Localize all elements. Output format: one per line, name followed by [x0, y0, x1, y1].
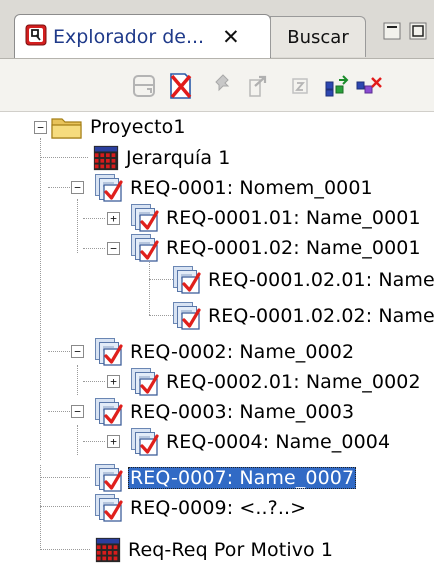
tree-item-hierarchy[interactable]: Jerarquía 1 — [92, 143, 230, 173]
tree-item-requirement[interactable]: REQ-0001.02: Name_0001 — [130, 233, 421, 263]
tree-item-hierarchy[interactable]: Req-Req Por Motivo 1 — [94, 535, 333, 565]
tree-connector — [40, 506, 90, 507]
tree-item-requirement[interactable]: REQ-0001.01: Name_0001 — [130, 203, 421, 233]
expand-toggle[interactable]: + — [107, 435, 120, 448]
export-icon[interactable] — [244, 72, 272, 100]
tree-item-label: REQ-0002.01: Name_0002 — [166, 371, 421, 393]
tree-item-requirement[interactable]: REQ-0004: Name_0004 — [130, 427, 390, 457]
tree-item-label: Req-Req Por Motivo 1 — [128, 539, 334, 561]
tree-item-requirement[interactable]: REQ-0003: Name_0003 — [94, 397, 354, 427]
refresh-icon[interactable] — [286, 72, 314, 100]
view-tab-bar: Explorador de... ✕ Buscar — [0, 0, 434, 59]
tree-connector — [40, 477, 90, 478]
tree-connector — [83, 218, 105, 219]
collapse-toggle[interactable]: − — [107, 242, 120, 255]
explorer-logo-icon — [25, 24, 47, 50]
tree-connector — [40, 157, 88, 158]
tree-connector — [83, 381, 105, 382]
requirement-icon — [130, 233, 160, 263]
database-icon[interactable] — [130, 72, 158, 100]
tree-item-label: REQ-0009: <..?..> — [130, 497, 307, 519]
requirement-icon — [94, 337, 124, 367]
tree-item-label: REQ-0001.02: Name_0001 — [166, 237, 421, 259]
tree-connector — [48, 187, 70, 188]
tab-label: Buscar — [287, 26, 349, 48]
tree-item-requirement[interactable]: REQ-0001.02.02: Name — [172, 301, 434, 331]
requirement-icon — [94, 463, 124, 493]
tree-item-label: REQ-0001.01: Name_0001 — [166, 207, 421, 229]
pin-icon[interactable] — [210, 72, 238, 100]
tree-item-label: REQ-0002: Name_0002 — [130, 341, 355, 363]
unlink-icon[interactable] — [354, 72, 382, 100]
tree-item-label: REQ-0003: Name_0003 — [130, 401, 355, 423]
tree-item-requirement-selected[interactable]: REQ-0007: Name_0007 — [94, 463, 357, 493]
folder-icon — [50, 113, 84, 141]
tree-item-label: REQ-0001.02.02: Name — [208, 305, 434, 327]
tree-connector — [83, 248, 105, 249]
tree-item-label: REQ-0001.02.01: Name — [208, 269, 434, 291]
requirement-icon — [172, 301, 202, 331]
requirement-icon — [130, 367, 160, 397]
hierarchy-icon — [92, 144, 120, 172]
requirement-icon — [94, 493, 124, 523]
tree-item-requirement[interactable]: REQ-0001: Nomem_0001 — [94, 173, 373, 203]
tree-connector — [40, 138, 41, 460]
tree-item-requirement[interactable]: REQ-0001.02.01: Name — [172, 265, 434, 295]
link-icon[interactable] — [322, 72, 350, 100]
tree-item-requirement[interactable]: REQ-0002.01: Name_0002 — [130, 367, 421, 397]
maximize-icon[interactable] — [409, 22, 427, 40]
requirement-icon — [94, 173, 124, 203]
requirement-icon — [172, 265, 202, 295]
hierarchy-icon — [94, 536, 122, 564]
delete-icon[interactable] — [166, 72, 194, 100]
tree-item-requirement[interactable]: REQ-0002: Name_0002 — [94, 337, 354, 367]
tree-item-label: REQ-0004: Name_0004 — [166, 431, 391, 453]
requirements-tree: − − + − − + − + Proyecto1 Jerarquía 1 RE… — [0, 111, 434, 566]
tree-connector — [48, 411, 70, 412]
expand-toggle[interactable]: + — [107, 212, 120, 225]
tree-item-label: REQ-0007: Name_0007 — [128, 467, 357, 489]
tab-explorador[interactable]: Explorador de... ✕ — [14, 14, 271, 59]
tree-connector — [83, 441, 105, 442]
collapse-toggle[interactable]: − — [71, 181, 84, 194]
tab-label: Explorador de... — [53, 26, 205, 48]
expand-toggle[interactable]: + — [107, 375, 120, 388]
tree-connector — [77, 425, 78, 455]
tree-item-label: Jerarquía 1 — [126, 147, 231, 169]
tree-item-requirement[interactable]: REQ-0009: <..?..> — [94, 493, 306, 523]
collapse-toggle[interactable]: − — [34, 121, 47, 134]
collapse-toggle[interactable]: − — [71, 405, 84, 418]
minimize-icon[interactable] — [383, 22, 401, 40]
tree-connector — [77, 365, 78, 395]
tree-item-project[interactable]: Proyecto1 — [50, 112, 186, 142]
view-toolbar — [0, 58, 434, 112]
tree-item-label: Proyecto1 — [90, 116, 186, 138]
tree-connector — [40, 549, 90, 550]
tree-connector — [48, 351, 70, 352]
tree-connector — [77, 199, 78, 253]
tree-item-label: REQ-0001: Nomem_0001 — [130, 177, 373, 199]
requirement-icon — [130, 427, 160, 457]
tab-buscar[interactable]: Buscar — [270, 16, 366, 57]
requirement-icon — [94, 397, 124, 427]
collapse-toggle[interactable]: − — [71, 345, 84, 358]
requirement-icon — [130, 203, 160, 233]
close-tab-icon[interactable]: ✕ — [222, 25, 240, 49]
tree-connector — [149, 259, 150, 315]
